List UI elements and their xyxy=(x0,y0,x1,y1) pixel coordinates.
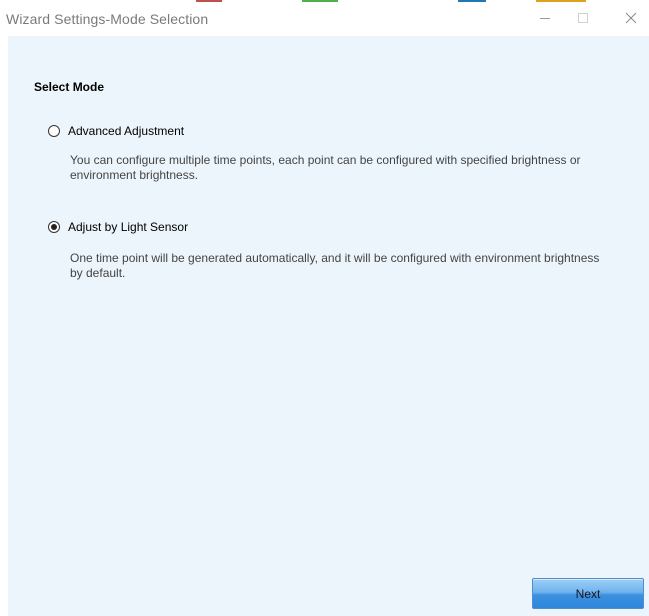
option-description: You can configure multiple time points, … xyxy=(70,153,581,182)
option-description: One time point will be generated automat… xyxy=(70,251,600,280)
radio-adjust-by-light-sensor[interactable] xyxy=(48,221,60,233)
content-panel: Select Mode Advanced Adjustment You can … xyxy=(8,36,649,616)
next-button[interactable]: Next xyxy=(532,578,644,609)
section-title: Select Mode xyxy=(34,80,105,94)
wizard-window: Wizard Settings-Mode Selection Select Mo… xyxy=(0,0,649,616)
option-adjust-by-light-sensor[interactable]: Adjust by Light Sensor xyxy=(48,220,188,234)
accent-segment-blue xyxy=(458,0,486,2)
close-button[interactable] xyxy=(614,0,648,36)
accent-segment-red xyxy=(196,0,222,2)
radio-advanced-adjustment[interactable] xyxy=(48,125,60,137)
maximize-button[interactable] xyxy=(566,0,600,36)
maximize-icon xyxy=(578,13,588,23)
option-advanced-adjustment[interactable]: Advanced Adjustment xyxy=(48,124,184,138)
option-label: Adjust by Light Sensor xyxy=(68,220,189,234)
title-bar[interactable]: Wizard Settings-Mode Selection xyxy=(0,0,649,36)
option-label: Advanced Adjustment xyxy=(68,124,185,138)
window-title: Wizard Settings-Mode Selection xyxy=(6,11,209,27)
minimize-button[interactable] xyxy=(528,0,562,36)
accent-segment-green xyxy=(302,0,338,2)
minimize-icon xyxy=(540,18,550,19)
close-icon xyxy=(625,12,637,24)
